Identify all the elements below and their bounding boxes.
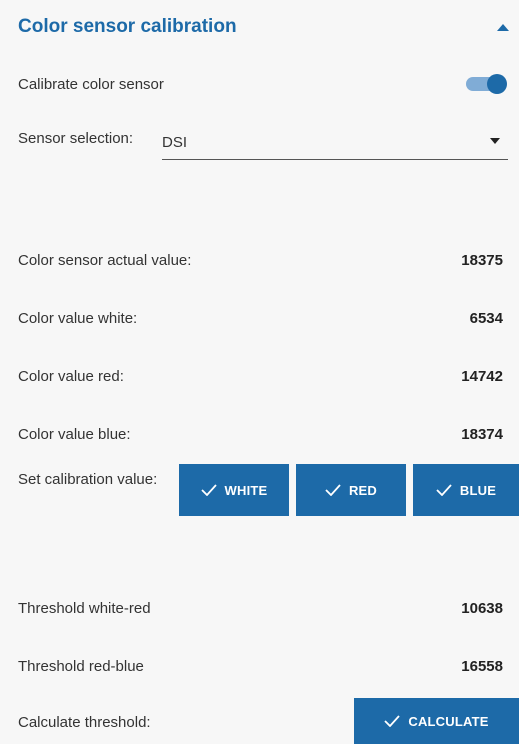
set-calibration-label: Set calibration value: bbox=[18, 471, 158, 488]
check-icon bbox=[436, 484, 452, 496]
caret-down-icon bbox=[490, 138, 500, 144]
calibrate-blue-label: BLUE bbox=[459, 482, 497, 498]
sensor-selection-label: Sensor selection: bbox=[18, 130, 134, 147]
red-value: 14742 bbox=[461, 368, 503, 385]
calibrate-toggle[interactable] bbox=[466, 74, 507, 94]
red-value-label: Color value red: bbox=[18, 368, 124, 385]
calculate-button[interactable]: CALCULATE bbox=[354, 698, 519, 744]
white-value-label: Color value white: bbox=[18, 310, 138, 327]
toggle-knob bbox=[487, 74, 507, 94]
threshold-white-red-label: Threshold white-red bbox=[18, 600, 151, 617]
threshold-white-red-value: 10638 bbox=[461, 600, 503, 617]
actual-value-label: Color sensor actual value: bbox=[18, 252, 192, 269]
calibrate-red-button[interactable]: RED bbox=[296, 464, 406, 516]
blue-value-label: Color value blue: bbox=[18, 426, 131, 443]
threshold-red-blue-value: 16558 bbox=[461, 658, 503, 675]
check-icon bbox=[200, 484, 217, 496]
white-value: 6534 bbox=[469, 310, 503, 327]
sensor-selection-dropdown[interactable]: DSI bbox=[162, 122, 508, 160]
blue-value: 18374 bbox=[461, 426, 503, 443]
calculate-button-label: CALCULATE bbox=[408, 713, 489, 729]
section-title: Color sensor calibration bbox=[18, 16, 237, 37]
check-icon bbox=[325, 484, 341, 496]
calibrate-white-label: WHITE bbox=[224, 482, 268, 498]
actual-value: 18375 bbox=[461, 252, 503, 269]
chevron-up-icon[interactable] bbox=[497, 24, 509, 31]
check-icon bbox=[384, 715, 401, 727]
calibrate-blue-button[interactable]: BLUE bbox=[413, 464, 519, 516]
calibrate-red-label: RED bbox=[348, 482, 378, 498]
calibrate-label: Calibrate color sensor bbox=[18, 76, 164, 93]
calibrate-white-button[interactable]: WHITE bbox=[179, 464, 289, 516]
calculate-threshold-label: Calculate threshold: bbox=[18, 714, 151, 731]
threshold-red-blue-label: Threshold red-blue bbox=[18, 658, 144, 675]
sensor-selection-value: DSI bbox=[162, 134, 188, 151]
